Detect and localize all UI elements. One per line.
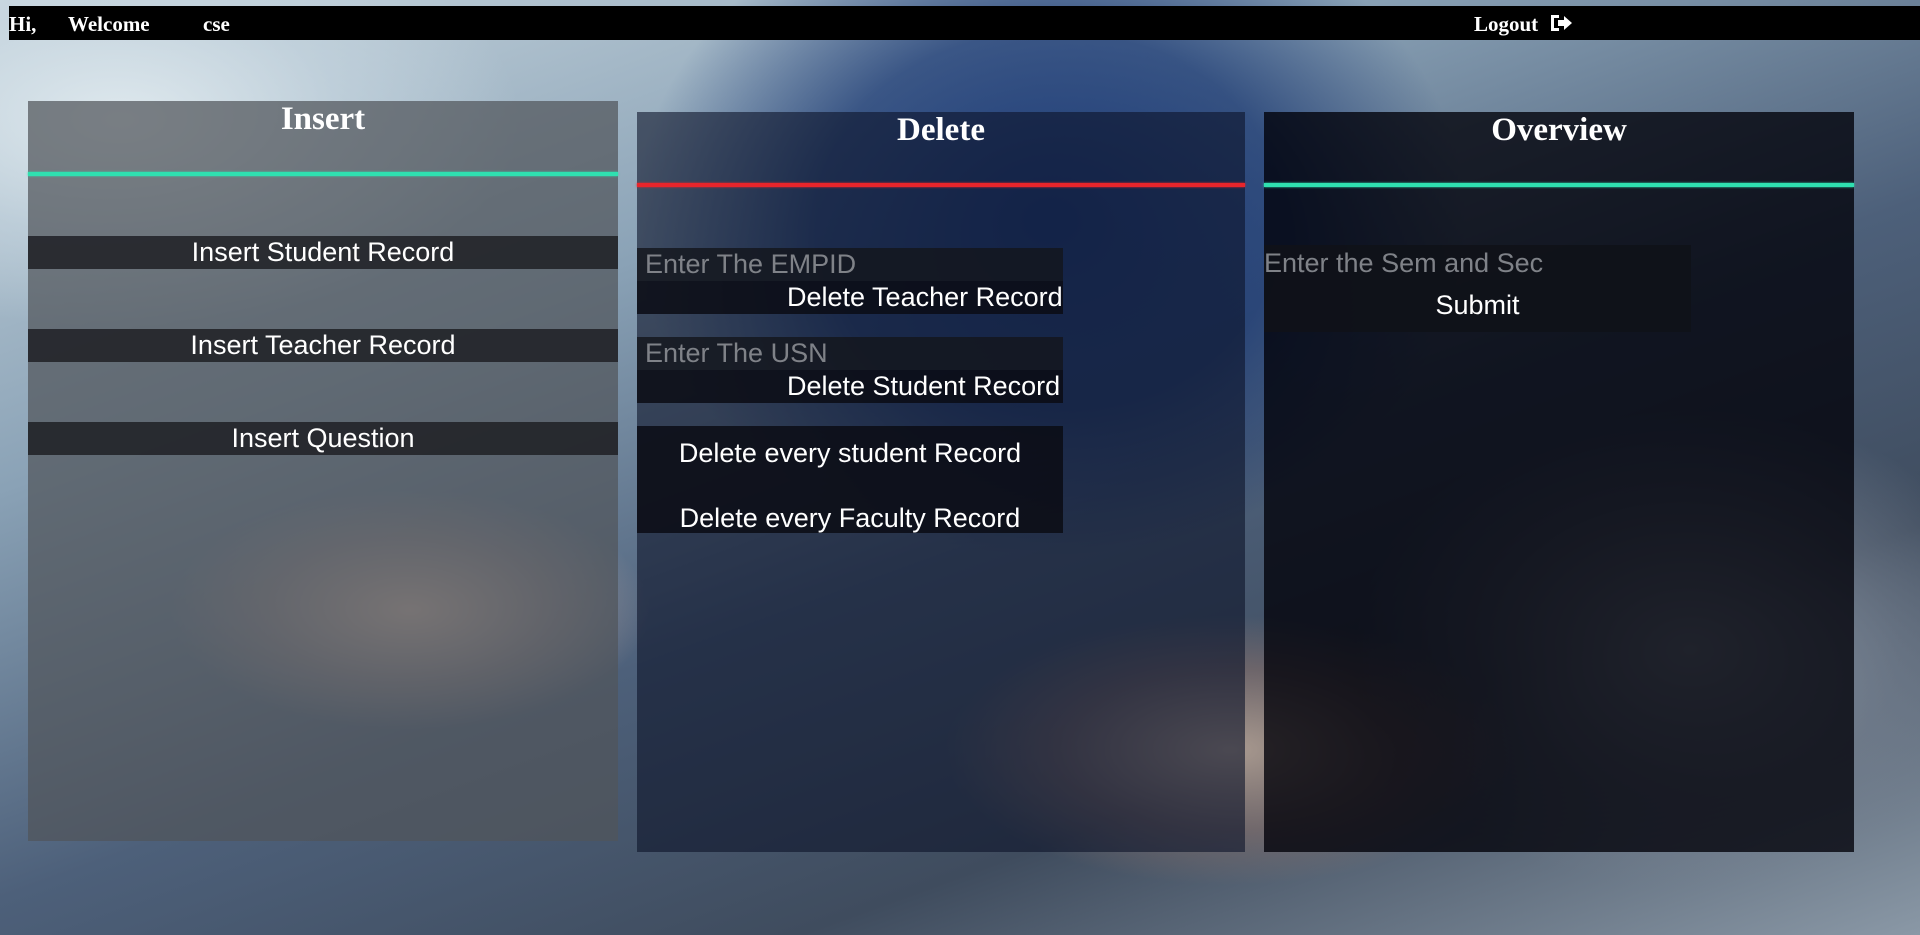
overview-title: Overview bbox=[1491, 112, 1627, 148]
delete-teacher-record-button[interactable]: Delete Teacher Record bbox=[637, 281, 1063, 314]
sem-sec-input[interactable] bbox=[1264, 245, 1691, 282]
logout-label: Logout bbox=[1474, 12, 1539, 36]
empid-input[interactable] bbox=[637, 248, 1063, 281]
logout-button[interactable]: Logout bbox=[1474, 12, 1573, 37]
delete-title: Delete bbox=[897, 112, 985, 148]
submit-button[interactable]: Submit bbox=[1264, 282, 1691, 332]
insert-teacher-record-button[interactable]: Insert Teacher Record bbox=[28, 329, 618, 362]
insert-panel: Insert Insert Student Record Insert Teac… bbox=[28, 101, 618, 841]
insert-divider bbox=[28, 172, 618, 176]
delete-every-faculty-button[interactable]: Delete every Faculty Record bbox=[637, 480, 1063, 533]
overview-panel: Overview Submit bbox=[1264, 112, 1854, 852]
top-bar: Hi, Welcome cse Logout bbox=[9, 6, 1920, 40]
overview-divider bbox=[1264, 183, 1854, 187]
greeting-hi: Hi, bbox=[9, 12, 37, 36]
logout-icon bbox=[1551, 15, 1573, 31]
delete-all-block: Delete every student Record Delete every… bbox=[637, 426, 1063, 533]
delete-panel: Delete Delete Teacher Record Delete Stud… bbox=[637, 112, 1245, 852]
greeting-welcome: Welcome bbox=[68, 12, 150, 36]
delete-divider bbox=[637, 183, 1245, 187]
delete-every-student-button[interactable]: Delete every student Record bbox=[637, 426, 1063, 480]
usn-input[interactable] bbox=[637, 337, 1063, 370]
delete-student-record-button[interactable]: Delete Student Record bbox=[637, 370, 1063, 403]
insert-title: Insert bbox=[280, 101, 366, 137]
insert-student-record-button[interactable]: Insert Student Record bbox=[28, 236, 618, 269]
insert-question-button[interactable]: Insert Question bbox=[28, 422, 618, 455]
user-name: cse bbox=[203, 12, 230, 36]
